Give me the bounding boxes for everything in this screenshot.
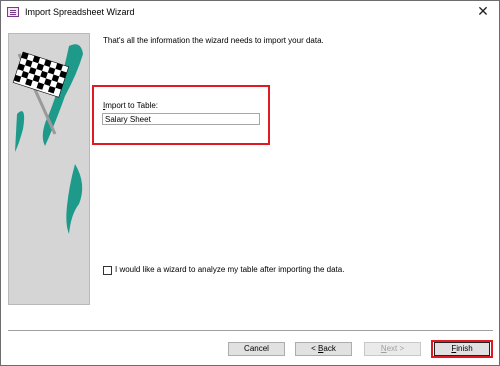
intro-text: That's all the information the wizard ne… (103, 36, 324, 45)
window-title: Import Spreadsheet Wizard (25, 7, 135, 17)
finish-button[interactable]: Finish (434, 342, 490, 356)
back-button[interactable]: < Back (295, 342, 352, 356)
import-to-table-label-rest: mport to Table: (105, 101, 159, 110)
close-icon[interactable]: ✕ (475, 4, 491, 20)
import-to-table-input[interactable] (102, 113, 260, 125)
back-button-label-rest: ack (323, 344, 336, 353)
analyze-table-checkbox-label: I would like a wizard to analyze my tabl… (115, 265, 345, 274)
next-button-label-rest: ext > (386, 344, 405, 353)
checkered-flag-icon (12, 44, 83, 234)
title-bar: Import Spreadsheet Wizard ✕ (1, 1, 499, 25)
access-table-icon (7, 7, 19, 17)
analyze-table-checkbox[interactable] (103, 266, 112, 275)
import-to-table-label: Import to Table: (103, 101, 158, 110)
import-spreadsheet-wizard-window: Import Spreadsheet Wizard ✕ That's all t… (0, 0, 500, 366)
wizard-side-panel (8, 33, 90, 305)
next-button[interactable]: Next > (364, 342, 421, 356)
finish-button-label-rest: inish (456, 344, 473, 353)
cancel-button[interactable]: Cancel (228, 342, 285, 356)
back-button-prefix: < (311, 344, 319, 353)
footer-divider (8, 330, 493, 332)
